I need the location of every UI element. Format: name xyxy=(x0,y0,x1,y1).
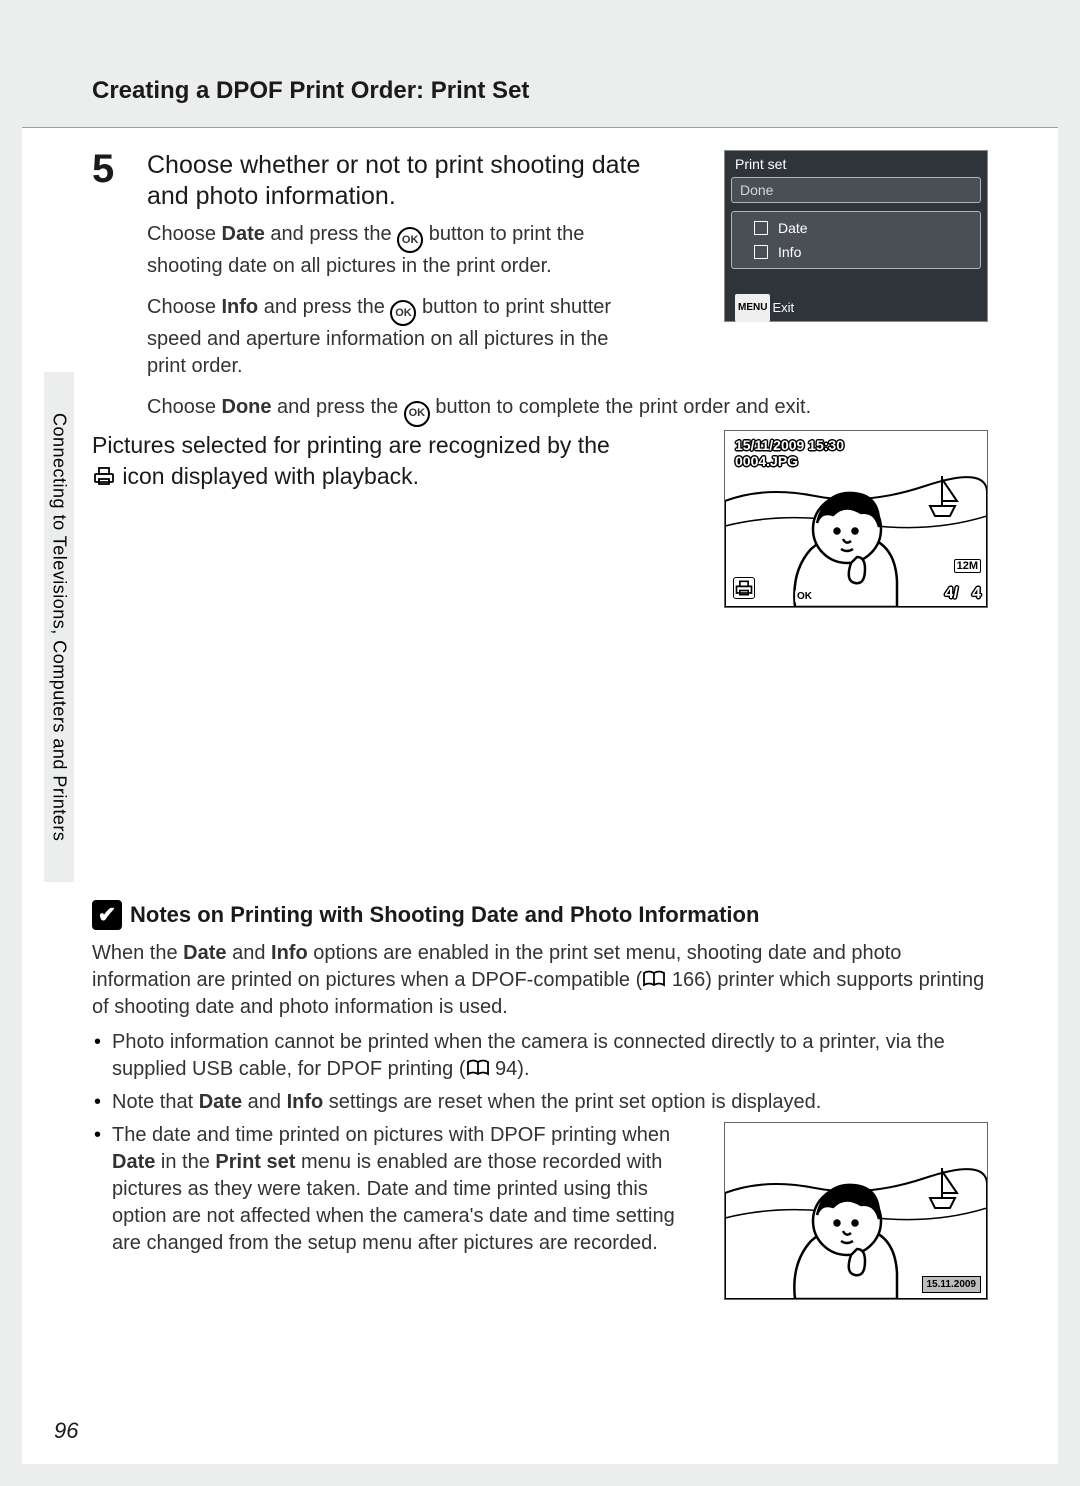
note-check-icon: ✔ xyxy=(92,900,122,930)
print-order-icon xyxy=(733,577,755,599)
lcd-imprinted-date: 15.11.2009 xyxy=(922,1276,982,1294)
page-ref-icon xyxy=(642,970,666,988)
step-number: 5 xyxy=(92,147,114,192)
t: Choose xyxy=(147,396,222,418)
t: When the xyxy=(92,942,183,964)
t: Info xyxy=(287,1091,324,1113)
checkbox-icon xyxy=(754,221,768,235)
ok-button-icon: OK xyxy=(390,300,416,326)
t: in the xyxy=(155,1151,215,1173)
t: Print set xyxy=(215,1151,295,1173)
t: and xyxy=(242,1091,286,1113)
notes-heading-text: Notes on Printing with Shooting Date and… xyxy=(130,902,759,928)
t: 4 xyxy=(972,585,981,602)
t: Date xyxy=(112,1151,155,1173)
t: 4 xyxy=(945,585,954,602)
step-heading: Choose whether or not to print shooting … xyxy=(147,150,647,213)
lcd-size-badge: 12M xyxy=(954,559,981,573)
lcd-ok-bar: OK : IN xyxy=(795,589,852,603)
step-paragraph-date: Choose Date and press the OK button to p… xyxy=(147,221,627,280)
t: Pictures selected for printing are recog… xyxy=(92,432,610,458)
page-ref-icon xyxy=(466,1059,490,1077)
lcd-title: Print set xyxy=(725,151,987,177)
t: Date xyxy=(199,1091,242,1113)
lcd-option-label: Date xyxy=(778,220,808,236)
illustration-person-sailboat xyxy=(725,1123,987,1299)
t: Note that xyxy=(112,1091,199,1113)
notes-bullets: Photo information cannot be printed when… xyxy=(92,1029,988,1300)
t: and press the xyxy=(258,296,390,318)
lcd-footer: MENU Exit xyxy=(725,295,987,321)
notes-heading: ✔ Notes on Printing with Shooting Date a… xyxy=(92,900,988,930)
t: 94). xyxy=(490,1058,530,1080)
lcd-datetime: 15/11/2009 15:30 xyxy=(735,437,844,453)
ok-button-icon: OK xyxy=(404,401,430,427)
notes-section: ✔ Notes on Printing with Shooting Date a… xyxy=(92,900,988,1300)
lcd-overlay: 15/11/2009 15:30 0004.JPG 12M OK : IN 4/… xyxy=(725,431,987,607)
lcd-playback-screen: 15/11/2009 15:30 0004.JPG 12M OK : IN 4/… xyxy=(724,430,988,608)
note-bullet: Photo information cannot be printed when… xyxy=(92,1029,988,1083)
section-tab: Connecting to Televisions, Computers and… xyxy=(44,372,74,882)
note-bullet: The date and time printed on pictures wi… xyxy=(92,1122,988,1300)
page-number: 96 xyxy=(54,1418,78,1444)
lcd-done-row: Done xyxy=(731,177,981,203)
lcd-filename: 0004.JPG xyxy=(735,453,798,469)
lcd-printset-screen: Print set Done Date Info MENU Exit xyxy=(724,150,988,322)
checkbox-icon xyxy=(754,245,768,259)
ok-button-icon: OK xyxy=(397,227,423,253)
t: and press the xyxy=(272,396,404,418)
menu-badge: MENU xyxy=(735,294,770,322)
lcd-counter: 4/4 xyxy=(945,585,981,603)
t: / xyxy=(954,585,958,602)
t: Info xyxy=(222,296,259,318)
t: and xyxy=(227,942,271,964)
in-badge: IN xyxy=(837,590,852,602)
t: Date xyxy=(222,223,265,245)
print-order-icon xyxy=(92,466,116,486)
step-paragraph-done: Choose Done and press the OK button to c… xyxy=(147,394,927,426)
notes-intro: When the Date and Info options are enabl… xyxy=(92,940,988,1021)
section-tab-label: Connecting to Televisions, Computers and… xyxy=(49,413,70,841)
lcd-option-info: Info xyxy=(732,240,980,264)
note-bullet: Note that Date and Info settings are res… xyxy=(92,1089,988,1116)
lcd-exit-label: Exit xyxy=(772,295,794,321)
t: and press the xyxy=(265,223,397,245)
t: Done xyxy=(222,396,272,418)
page-header: Creating a DPOF Print Order: Print Set xyxy=(22,22,1058,128)
palette-icon xyxy=(821,589,835,603)
lcd-options: Date Info xyxy=(731,211,981,269)
manual-page: Creating a DPOF Print Order: Print Set C… xyxy=(22,22,1058,1464)
t: Date xyxy=(183,942,226,964)
t: Choose xyxy=(147,296,222,318)
t: Info xyxy=(271,942,308,964)
t: Choose xyxy=(147,223,222,245)
ok-badge: OK xyxy=(795,590,814,603)
t: button to complete the print order and e… xyxy=(430,396,811,418)
page-title: Creating a DPOF Print Order: Print Set xyxy=(92,77,529,105)
t: settings are reset when the print set op… xyxy=(323,1091,821,1113)
content: 5 Choose whether or not to print shootin… xyxy=(92,150,988,427)
recognized-paragraph: Pictures selected for printing are recog… xyxy=(92,430,632,492)
step-paragraph-info: Choose Info and press the OK button to p… xyxy=(147,294,627,380)
t: The date and time printed on pictures wi… xyxy=(112,1124,670,1146)
lcd-option-label: Info xyxy=(778,244,801,260)
lcd-option-date: Date xyxy=(732,216,980,240)
t: icon displayed with playback. xyxy=(122,463,419,489)
lcd-date-sample-screen: 15.11.2009 xyxy=(724,1122,988,1300)
